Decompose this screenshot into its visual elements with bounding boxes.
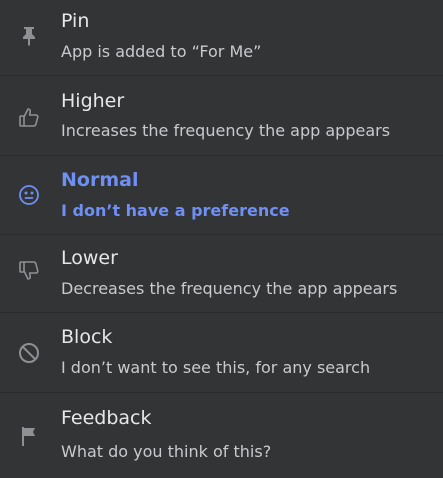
menu-item-normal[interactable]: Normal I don’t have a preference bbox=[0, 156, 443, 235]
menu-item-title: Lower bbox=[61, 247, 118, 269]
neutral-face-icon bbox=[18, 184, 40, 206]
thumbs-down-icon bbox=[18, 260, 40, 282]
menu-item-title: Normal bbox=[61, 169, 139, 191]
flag-icon bbox=[18, 425, 40, 447]
menu-item-description: I don’t want to see this, for any search bbox=[61, 358, 371, 377]
menu-item-pin[interactable]: Pin App is added to “For Me” bbox=[0, 0, 443, 76]
preference-menu: Pin App is added to “For Me” Higher Incr… bbox=[0, 0, 443, 478]
menu-item-description: App is added to “For Me” bbox=[61, 42, 262, 61]
block-icon bbox=[18, 342, 40, 364]
menu-item-description: What do you think of this? bbox=[61, 442, 272, 461]
menu-item-higher[interactable]: Higher Increases the frequency the app a… bbox=[0, 76, 443, 156]
menu-item-description: Decreases the frequency the app appears bbox=[61, 279, 398, 298]
menu-item-description: I don’t have a preference bbox=[61, 201, 290, 220]
pin-icon bbox=[18, 25, 40, 47]
menu-item-title: Feedback bbox=[61, 407, 152, 429]
menu-item-title: Higher bbox=[61, 90, 125, 112]
menu-item-title: Block bbox=[61, 326, 113, 348]
menu-item-block[interactable]: Block I don’t want to see this, for any … bbox=[0, 313, 443, 393]
menu-item-feedback[interactable]: Feedback What do you think of this? bbox=[0, 393, 443, 478]
thumbs-up-icon bbox=[18, 106, 40, 128]
menu-item-description: Increases the frequency the app appears bbox=[61, 121, 391, 140]
menu-item-title: Pin bbox=[61, 10, 90, 32]
menu-item-lower[interactable]: Lower Decreases the frequency the app ap… bbox=[0, 235, 443, 313]
